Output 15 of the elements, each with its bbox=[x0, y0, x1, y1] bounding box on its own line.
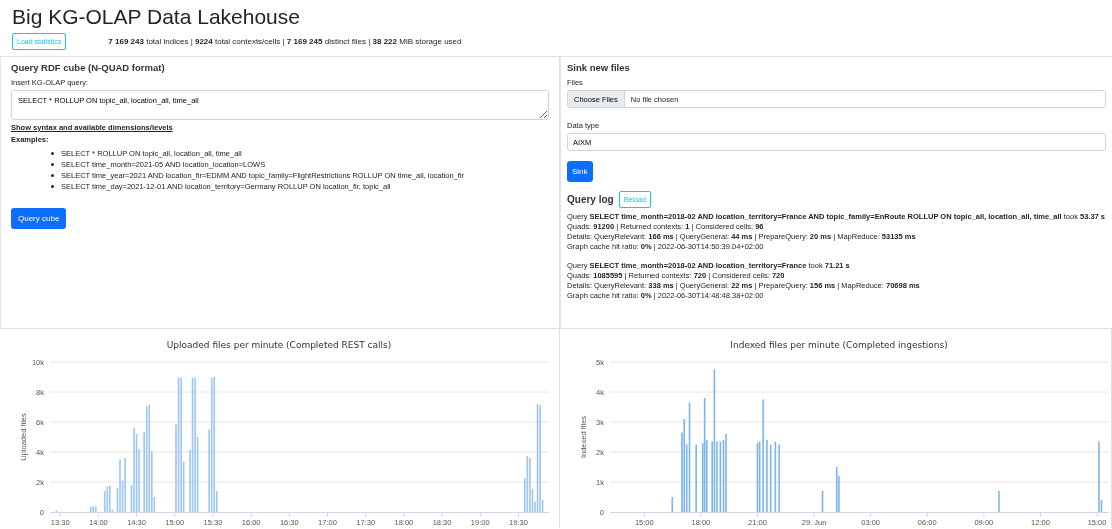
chart-bar bbox=[671, 497, 674, 512]
bullet-icon bbox=[51, 185, 54, 188]
bullet-icon bbox=[51, 174, 54, 177]
sink-button[interactable]: Sink bbox=[567, 161, 593, 182]
chart-title: Uploaded files per minute (Completed REST calls) bbox=[166, 340, 392, 350]
statistics-text: 7 169 243 total indices | 9224 total contexts/cells | 7 169 245 distinct files | 38 222 MiB storage used bbox=[108, 37, 462, 46]
query-cube-button[interactable]: Query cube bbox=[11, 208, 67, 229]
page-title: Big KG-OLAP Data Lakehouse bbox=[12, 4, 301, 30]
panel-title: Sink new files bbox=[567, 62, 631, 73]
query-log-title: Query log bbox=[567, 194, 614, 205]
chart-title: Indexed files per minute (Completed ingestions) bbox=[730, 340, 948, 350]
bullet-icon bbox=[51, 152, 54, 155]
bullet-icon bbox=[51, 163, 54, 166]
chart-bar bbox=[821, 491, 824, 512]
panel-title: Query RDF cube (N-QUAD format) bbox=[11, 62, 166, 73]
